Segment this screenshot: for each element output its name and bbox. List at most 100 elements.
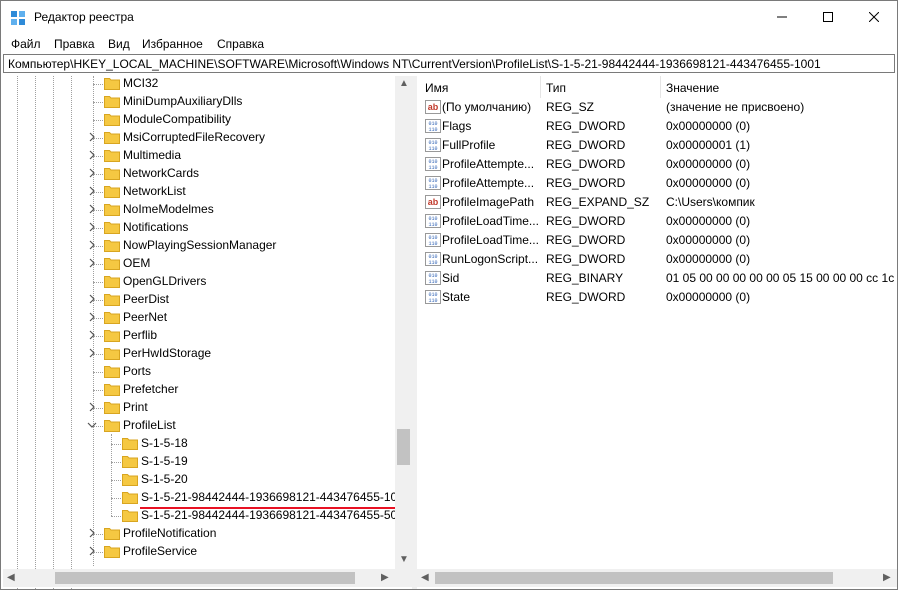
value-row[interactable]: ab (По умолчанию) REG_SZ (значение не присв… (421, 98, 897, 117)
chevron-right-icon[interactable] (87, 312, 97, 322)
tree-item[interactable]: NetworkCards (3, 165, 395, 183)
address-bar[interactable]: Компьютер\HKEY_LOCAL_MACHINE\SOFTWARE\Mi… (3, 54, 895, 73)
svg-text:ab: ab (428, 102, 439, 112)
tree-item[interactable]: Multimedia (3, 147, 395, 165)
folder-icon (104, 240, 120, 252)
value-row[interactable]: 010 110 ProfileLoadTime... REG_DWORD 0x00000… (421, 212, 897, 231)
chevron-right-icon[interactable] (87, 150, 97, 160)
chevron-right-icon[interactable] (87, 546, 97, 556)
tree-item[interactable]: NoImeModelmes (3, 201, 395, 219)
value-value: 0x00000000 (0) (666, 233, 751, 247)
tree-vertical-scrollbar[interactable]: ▲ ▼ (395, 76, 412, 569)
minimize-icon (777, 16, 787, 18)
value-row[interactable]: 010 110 Sid REG_BINARY 01 05 00 00 00 00 00 … (421, 269, 897, 288)
menu-favorites[interactable]: Избранное (142, 37, 203, 51)
registry-editor-icon (11, 11, 25, 25)
tree-item[interactable]: MiniDumpAuxiliaryDlls (3, 93, 395, 111)
value-row[interactable]: ab ProfileImagePath REG_EXPAND_SZ C:\Users\… (421, 193, 897, 212)
scroll-right-icon[interactable]: ▶ (883, 572, 891, 583)
scroll-up-icon[interactable]: ▲ (399, 78, 409, 89)
scroll-left-icon[interactable]: ◀ (421, 572, 429, 583)
tree-item[interactable]: OEM (3, 255, 395, 273)
tree-item[interactable]: MsiCorruptedFileRecovery (3, 129, 395, 147)
chevron-right-icon[interactable] (87, 204, 97, 214)
tree-item[interactable]: Prefetcher (3, 381, 395, 399)
tree-item[interactable]: PerHwIdStorage (3, 345, 395, 363)
tree-item[interactable]: PeerNet (3, 309, 395, 327)
column-separator[interactable] (540, 76, 541, 98)
tree-item[interactable]: ProfileService (3, 543, 395, 561)
menu-edit[interactable]: Правка (54, 37, 95, 51)
chevron-right-icon[interactable] (87, 168, 97, 178)
chevron-right-icon[interactable] (87, 330, 97, 340)
tree-item[interactable]: ProfileList (3, 417, 395, 435)
menu-help[interactable]: Справка (217, 37, 264, 51)
chevron-right-icon[interactable] (87, 258, 97, 268)
tree-item[interactable]: ModuleCompatibility (3, 111, 395, 129)
value-row[interactable]: 010 110 Flags REG_DWORD 0x00000000 (0) (421, 117, 897, 136)
tree-item[interactable]: S-1-5-19 (3, 453, 395, 471)
tree-item[interactable]: Notifications (3, 219, 395, 237)
value-row[interactable]: 010 110 ProfileAttempte... REG_DWORD 0x00000… (421, 174, 897, 193)
value-name: State (442, 290, 471, 304)
binary-value-icon: 010110 (425, 176, 441, 190)
maximize-button[interactable] (805, 1, 851, 33)
tree-connector (111, 462, 121, 463)
chevron-right-icon[interactable] (87, 528, 97, 538)
close-button[interactable] (851, 1, 897, 33)
chevron-right-icon[interactable] (87, 240, 97, 250)
value-row[interactable]: 010 110 ProfileLoadTime... REG_DWORD 0x00000… (421, 231, 897, 250)
tree-item[interactable]: ProfileNotification (3, 525, 395, 543)
chevron-down-icon[interactable] (87, 420, 97, 430)
list-hscroll-thumb[interactable] (435, 572, 833, 584)
scroll-down-icon[interactable]: ▼ (399, 554, 409, 565)
value-value: 0x00000000 (0) (666, 214, 751, 228)
chevron-right-icon[interactable] (87, 186, 97, 196)
folder-icon (122, 456, 138, 468)
tree-item[interactable]: NowPlayingSessionManager (3, 237, 395, 255)
column-header-name[interactable]: Имя (425, 81, 448, 95)
tree-item[interactable]: OpenGLDrivers (3, 273, 395, 291)
value-name: ProfileAttempte... (442, 157, 535, 171)
value-value: 0x00000000 (0) (666, 176, 751, 190)
tree-item[interactable]: PeerDist (3, 291, 395, 309)
menu-view[interactable]: Вид (108, 37, 130, 51)
value-type: REG_DWORD (546, 138, 626, 152)
folder-icon (104, 294, 120, 306)
tree-item-label: ProfileList (123, 418, 176, 432)
value-row[interactable]: 010 110 FullProfile REG_DWORD 0x00000001 (1) (421, 136, 897, 155)
value-value: 0x00000000 (0) (666, 119, 751, 133)
tree-hscroll-thumb[interactable] (55, 572, 355, 584)
chevron-right-icon[interactable] (87, 222, 97, 232)
tree-item[interactable]: S-1-5-18 (3, 435, 395, 453)
chevron-right-icon[interactable] (87, 132, 97, 142)
tree-scroll-thumb[interactable] (397, 429, 410, 465)
scroll-right-icon[interactable]: ▶ (381, 572, 389, 583)
chevron-right-icon[interactable] (87, 294, 97, 304)
tree-item[interactable]: S-1-5-20 (3, 471, 395, 489)
chevron-right-icon[interactable] (87, 348, 97, 358)
value-row[interactable]: 010 110 RunLogonScript... REG_DWORD 0x000000… (421, 250, 897, 269)
value-name: (По умолчанию) (442, 100, 532, 114)
binary-value-icon: 010110 (425, 119, 441, 133)
column-header-value[interactable]: Значение (666, 81, 719, 95)
scroll-left-icon[interactable]: ◀ (7, 572, 15, 583)
tree-connector (111, 480, 121, 481)
tree-item[interactable]: NetworkList (3, 183, 395, 201)
value-type: REG_DWORD (546, 233, 626, 247)
tree-item[interactable]: S-1-5-21-98442444-1936698121-443476455-1… (3, 489, 411, 507)
column-separator[interactable] (660, 76, 661, 98)
tree-item[interactable]: Perflib (3, 327, 395, 345)
menu-file[interactable]: Файл (11, 37, 41, 51)
tree-item-label: S-1-5-18 (141, 436, 188, 450)
tree-item-label: Notifications (123, 220, 189, 234)
value-row[interactable]: 010 110 State REG_DWORD 0x00000000 (0) (421, 288, 897, 307)
tree-item[interactable]: S-1-5-21-98442444-1936698121-443476455-5… (3, 507, 404, 525)
minimize-button[interactable] (759, 1, 805, 33)
tree-item[interactable]: MCI32 (3, 76, 395, 93)
tree-item[interactable]: Ports (3, 363, 395, 381)
chevron-right-icon[interactable] (87, 402, 97, 412)
value-row[interactable]: 010 110 ProfileAttempte... REG_DWORD 0x00000… (421, 155, 897, 174)
column-header-type[interactable]: Тип (546, 81, 566, 95)
tree-item[interactable]: Print (3, 399, 395, 417)
